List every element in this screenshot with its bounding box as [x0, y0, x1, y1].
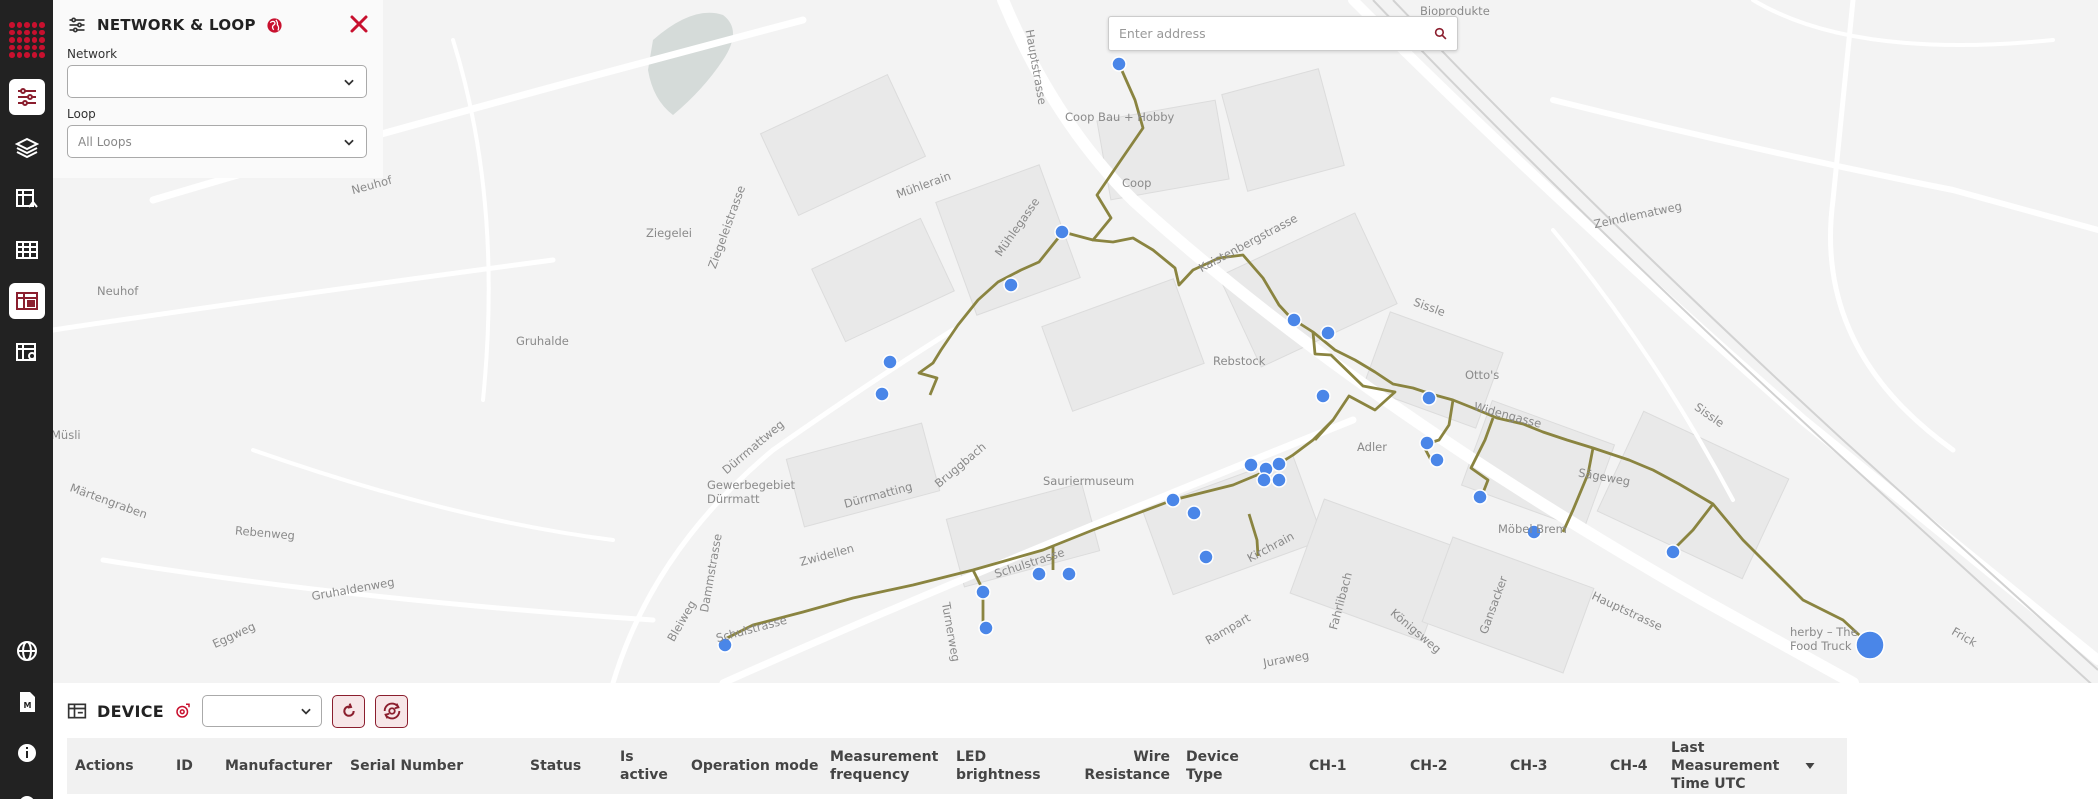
grid-icon: [16, 241, 38, 259]
sliders-icon: [18, 88, 36, 106]
column-header[interactable]: CH-2: [1410, 757, 1448, 775]
column-header[interactable]: Manufacturer: [225, 757, 332, 775]
panel-title: NETWORK & LOOP: [97, 16, 256, 34]
map-label: Ziegelei: [646, 226, 692, 240]
column-header[interactable]: CH-3: [1510, 757, 1548, 775]
column-header[interactable]: CH-1: [1309, 757, 1347, 775]
rail-network-loop-button[interactable]: [9, 79, 45, 115]
column-header[interactable]: CH-4: [1610, 757, 1648, 775]
map-label: Möbel Brem: [1498, 522, 1567, 536]
map-label: Adler: [1357, 440, 1387, 454]
rail-device-table-button[interactable]: [9, 283, 45, 319]
map-label: Gruhalde: [516, 334, 569, 348]
column-header[interactable]: Is active: [620, 748, 670, 784]
network-loop-panel: NETWORK & LOOP Network Loop All Loops: [53, 0, 383, 178]
column-header[interactable]: Last Measurement Time UTC: [1671, 739, 1816, 793]
device-table-icon: [16, 292, 38, 310]
map-label: Neuhof: [97, 284, 139, 298]
document-m-icon: M: [20, 692, 35, 712]
map-label: Coop Bau + Hobby: [1065, 110, 1175, 124]
app-logo: [9, 22, 45, 58]
rail-table-settings-button[interactable]: [9, 334, 45, 370]
map-label: Otto's: [1465, 368, 1500, 382]
rail-table-home-button[interactable]: [9, 181, 45, 217]
column-header[interactable]: Status: [530, 757, 581, 775]
loop-label: Loop: [67, 107, 96, 121]
column-header[interactable]: LED brightness: [956, 748, 1046, 784]
globe-icon: [17, 641, 37, 661]
refresh-all-icon: [383, 702, 400, 720]
rail-document-button[interactable]: M: [9, 684, 45, 720]
loop-select-value: All Loops: [78, 134, 132, 149]
column-header[interactable]: Wire Resistance: [1075, 748, 1170, 784]
rail-layers-button[interactable]: [9, 130, 45, 166]
network-select[interactable]: [67, 65, 367, 98]
svg-text:M: M: [24, 701, 32, 710]
layers-icon: [15, 137, 39, 159]
table-settings-icon: [16, 343, 36, 361]
column-header[interactable]: Operation mode: [691, 757, 818, 775]
device-filter-select[interactable]: [202, 695, 323, 727]
map-label: Müsli: [53, 428, 81, 442]
map-label: herby – The Food Truck: [1790, 625, 1858, 653]
rail-grid-button[interactable]: [9, 232, 45, 268]
sliders-icon: [69, 17, 85, 33]
device-table-icon: [67, 703, 87, 719]
column-header[interactable]: Actions: [75, 757, 134, 775]
refresh-icon: [342, 703, 355, 717]
globe-icon[interactable]: [266, 17, 283, 34]
device-section: DEVICE Actions ID Manufacturer Serial Nu…: [53, 683, 2098, 799]
info-icon: [18, 744, 36, 762]
column-header[interactable]: Serial Number: [350, 757, 463, 775]
chevron-down-icon: [301, 708, 311, 715]
device-table-header: Actions ID Manufacturer Serial Number St…: [67, 738, 1847, 794]
search-icon[interactable]: [1434, 27, 1447, 40]
network-label: Network: [67, 47, 118, 61]
device-settings-icon[interactable]: [174, 702, 192, 720]
chevron-down-icon: [344, 139, 354, 146]
column-header[interactable]: ID: [176, 757, 193, 775]
map-label: Coop: [1122, 176, 1152, 190]
app-rail: M: [0, 0, 53, 799]
loop-select[interactable]: All Loops: [67, 125, 367, 158]
rail-info-button[interactable]: [9, 735, 45, 771]
close-icon[interactable]: [347, 12, 371, 36]
address-search[interactable]: [1108, 16, 1458, 51]
chevron-down-icon: [344, 79, 354, 86]
refresh-all-button[interactable]: [375, 694, 409, 728]
map-label: Sauriermuseum: [1043, 474, 1135, 488]
refresh-button[interactable]: [332, 694, 366, 728]
rail-settings-button[interactable]: [9, 786, 45, 799]
table-home-icon: [16, 189, 38, 208]
rail-globe-button[interactable]: [9, 633, 45, 669]
map-label: Rebstock: [1213, 354, 1266, 368]
column-header[interactable]: Measurement frequency: [830, 748, 940, 784]
map-label: Gewerbegebiet Dürrmatt: [707, 478, 796, 506]
column-header[interactable]: Device Type: [1186, 748, 1246, 784]
device-title: DEVICE: [97, 701, 165, 721]
address-input[interactable]: [1119, 26, 1434, 41]
gear-icon: [20, 796, 34, 799]
sort-desc-icon[interactable]: [1804, 760, 1816, 772]
